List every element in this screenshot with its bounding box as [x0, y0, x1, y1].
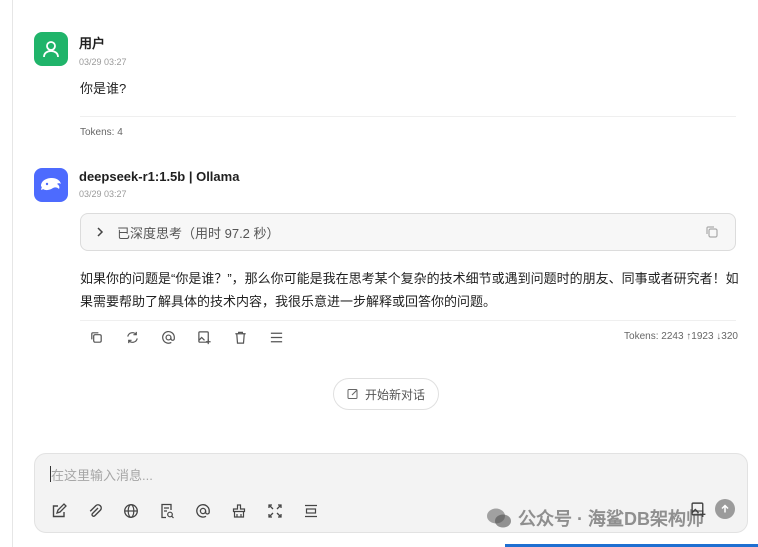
copy-icon[interactable] — [705, 225, 719, 239]
new-chat-button[interactable]: 开始新对话 — [333, 378, 439, 410]
thinking-label: 已深度思考（用时 97.2 秒） — [117, 225, 280, 241]
message-toolbar — [88, 329, 304, 345]
mention-icon[interactable] — [194, 502, 211, 519]
bot-name: deepseek-r1:1.5b | Ollama — [79, 169, 240, 184]
watermark: 公众号 · 海鲨DB架构师 — [486, 505, 704, 531]
user-name: 用户 — [79, 36, 106, 51]
bot-message-divider — [80, 320, 736, 321]
left-divider — [12, 0, 13, 547]
new-chat-label: 开始新对话 — [364, 387, 425, 402]
web-search-icon[interactable] — [122, 502, 139, 519]
copy-icon[interactable] — [88, 329, 104, 345]
clear-icon[interactable] — [230, 502, 247, 519]
arrow-up-icon — [721, 504, 729, 513]
edit-icon[interactable] — [50, 502, 67, 519]
menu-icon[interactable] — [268, 329, 284, 345]
user-message-text: 你是谁? — [80, 81, 127, 96]
whale-icon — [41, 178, 61, 191]
chevron-right-icon — [97, 227, 104, 237]
user-icon — [43, 41, 59, 58]
divider-icon[interactable] — [302, 502, 319, 519]
bot-timestamp: 03/29 03:27 — [79, 189, 127, 199]
user-message-header: 用户 03/29 03:27 — [34, 32, 127, 67]
bot-answer-text: 如果你的问题是“你是谁？”，那么你可能是我在思考某个复杂的技术细节或遇到问题时的… — [80, 271, 739, 309]
expand-icon[interactable] — [266, 502, 283, 519]
thinking-collapsible[interactable]: 已深度思考（用时 97.2 秒） — [80, 213, 736, 251]
user-token-count: Tokens: 4 — [80, 127, 123, 138]
bot-message-header: deepseek-r1:1.5b | Ollama 03/29 03:27 — [34, 168, 239, 202]
knowledge-icon[interactable] — [158, 502, 175, 519]
deepseek-avatar — [34, 168, 68, 202]
message-input[interactable] — [49, 464, 653, 486]
user-avatar — [34, 32, 68, 66]
attach-icon[interactable] — [86, 502, 103, 519]
wechat-icon — [487, 508, 511, 528]
user-message-divider — [80, 116, 736, 117]
send-button[interactable] — [715, 499, 735, 519]
image-icon[interactable] — [196, 329, 212, 345]
regenerate-icon[interactable] — [124, 329, 140, 345]
edit-icon — [347, 389, 358, 399]
mention-icon[interactable] — [160, 329, 176, 345]
user-timestamp: 03/29 03:27 — [79, 57, 127, 67]
bot-token-count: Tokens: 2243 ↑1923 ↓320 — [624, 331, 738, 342]
watermark-text: 公众号 · 海鲨DB架构师 — [518, 509, 704, 529]
composer-toolbar — [50, 502, 338, 519]
delete-icon[interactable] — [232, 329, 248, 345]
